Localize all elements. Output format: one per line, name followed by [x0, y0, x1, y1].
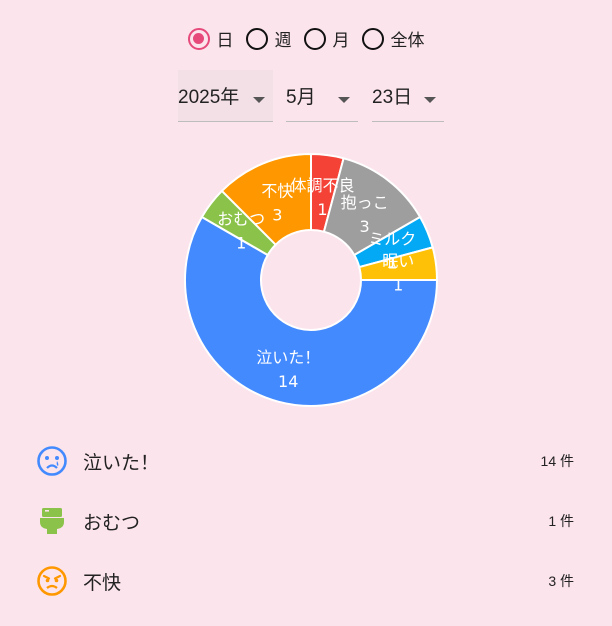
slice-value-label: 14	[278, 372, 298, 391]
radio-day[interactable]: 日	[187, 26, 234, 51]
slice-label: 泣いた！	[256, 348, 320, 367]
chevron-down-icon	[253, 97, 265, 103]
slice-value-label: 1	[393, 276, 403, 295]
list-item[interactable]: 泣いた！ 14 件	[0, 431, 612, 491]
page: 日 週 月 全体 2025年 5月 23日 体調不良 1 抱っこ 3 ミルク 1 眠い 1 泣い…	[0, 0, 612, 626]
list-item-label: 不快	[83, 571, 122, 594]
slice-value-label: 1	[236, 233, 246, 252]
month-value: 5月	[286, 87, 316, 108]
year-dropdown[interactable]: 2025年	[178, 70, 273, 122]
radio-day-label: 日	[216, 31, 234, 51]
list-item-label: 泣いた！	[83, 451, 160, 474]
chevron-down-icon	[338, 97, 350, 103]
list-item-count: 14 件	[540, 453, 574, 469]
slice-label: 体調不良	[290, 176, 354, 195]
list-item-count: 1 件	[548, 513, 574, 529]
toilet-icon	[40, 508, 64, 534]
donut-chart: 体調不良1 抱っこ3ミルク1眠い1泣いた！14おむつ1不快3	[184, 152, 439, 407]
crying-face-icon	[37, 446, 67, 476]
day-dropdown[interactable]: 23日	[372, 70, 444, 122]
radio-all[interactable]: 全体	[361, 26, 425, 51]
radio-week-indicator[interactable]	[245, 27, 268, 50]
list-item[interactable]: 不快 3 件	[0, 551, 612, 611]
year-value: 2025年	[178, 87, 240, 108]
list-item-count: 3 件	[548, 573, 574, 589]
month-dropdown[interactable]: 5月	[286, 70, 358, 122]
list-item[interactable]: おむつ 1 件	[0, 491, 612, 551]
list-item-label: おむつ	[83, 511, 141, 534]
category-list: 泣いた！ 14 件 おむつ 1 件 不快 3 件	[0, 431, 612, 611]
slice-label: 眠い	[382, 252, 414, 271]
radio-all-indicator[interactable]	[361, 27, 384, 50]
slice-label: 不快	[261, 182, 293, 201]
period-radio-group: 日 週 月 全体	[0, 26, 612, 51]
slice-label: 抱っこ	[341, 193, 389, 212]
slice-value-label: 1	[317, 200, 327, 219]
day-value: 23日	[372, 87, 413, 108]
radio-month[interactable]: 月	[303, 26, 350, 51]
radio-month-indicator[interactable]	[303, 27, 326, 50]
slice-label: おむつ	[217, 209, 265, 228]
chevron-down-icon	[424, 97, 436, 103]
radio-day-indicator[interactable]	[187, 27, 210, 50]
radio-all-label: 全体	[390, 31, 425, 51]
slice-value-label: 3	[272, 206, 282, 225]
radio-week-label: 週	[274, 31, 292, 51]
radio-month-label: 月	[332, 31, 350, 51]
radio-week[interactable]: 週	[245, 26, 292, 51]
slice-label: ミルク	[368, 229, 416, 248]
angry-face-icon	[37, 566, 67, 596]
